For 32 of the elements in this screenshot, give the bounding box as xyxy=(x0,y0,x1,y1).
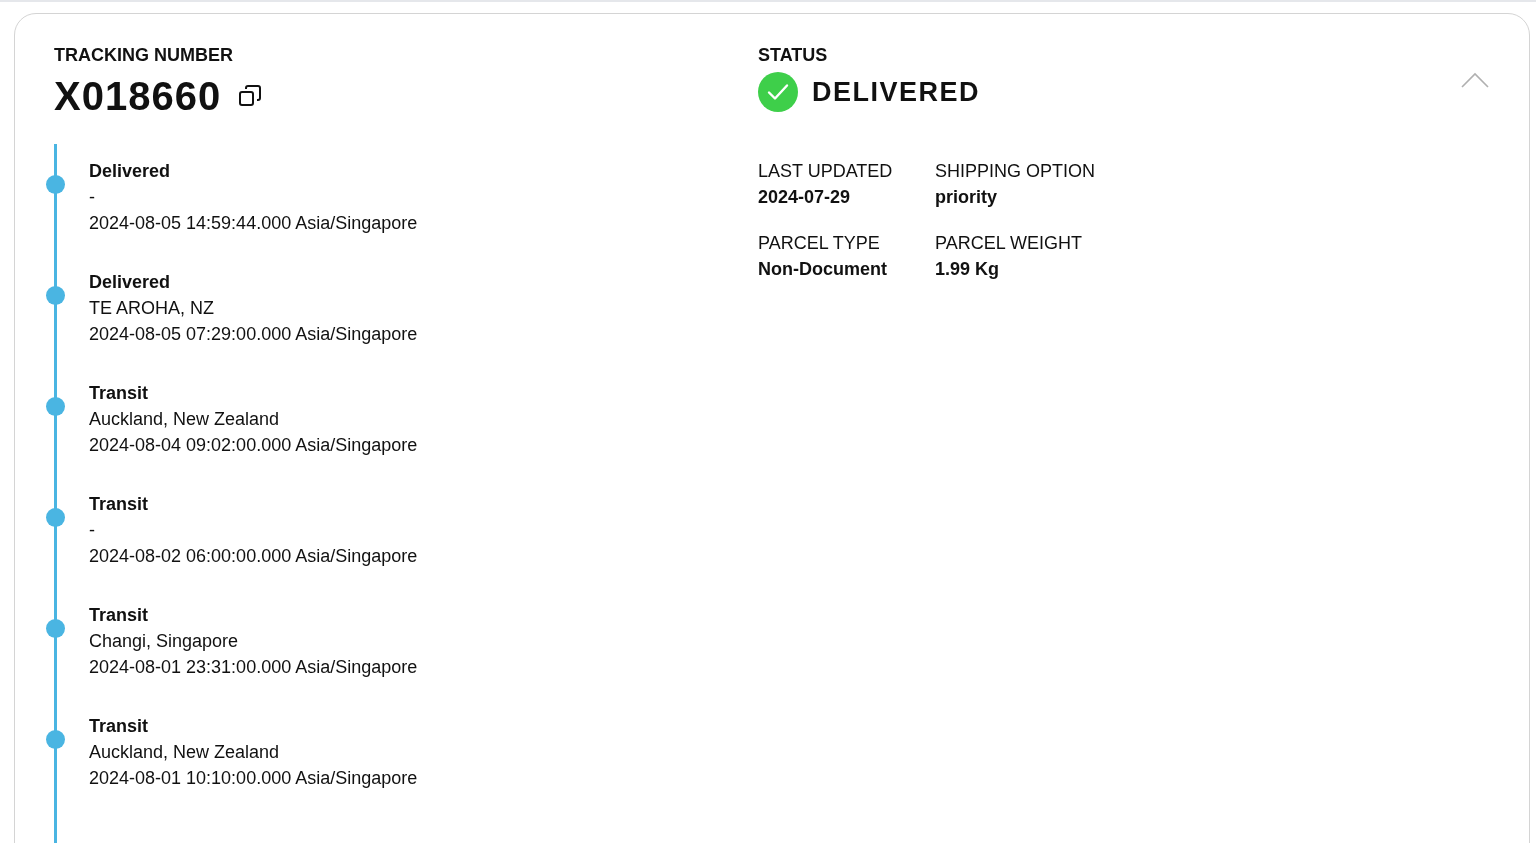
tracking-number: X018660 xyxy=(54,74,222,118)
event-time: 2024-08-04 09:02:00.000 Asia/Singapore xyxy=(89,434,418,457)
event-title: Transit xyxy=(89,382,149,405)
event-title: Transit xyxy=(89,493,149,516)
event-title: Delivered xyxy=(89,271,171,294)
status-label: STATUS xyxy=(758,44,828,67)
event-title: Delivered xyxy=(89,160,171,183)
tracking-number-label: TRACKING NUMBER xyxy=(54,44,233,67)
detail-value: Non-Document xyxy=(758,258,887,281)
event-time: 2024-08-02 06:00:00.000 Asia/Singapore xyxy=(89,545,418,568)
event-location: Auckland, New Zealand xyxy=(89,741,280,764)
copy-icon[interactable] xyxy=(239,85,262,107)
detail-label: SHIPPING OPTION xyxy=(935,160,1096,183)
event-time: 2024-08-01 23:31:00.000 Asia/Singapore xyxy=(89,656,418,679)
detail-label: PARCEL WEIGHT xyxy=(935,232,1082,255)
event-time: 2024-08-05 07:29:00.000 Asia/Singapore xyxy=(89,323,418,346)
event-location: - xyxy=(89,519,95,542)
event-time: 2024-08-01 10:10:00.000 Asia/Singapore xyxy=(89,767,418,790)
detail-value: 1.99 Kg xyxy=(935,258,1000,281)
detail-value: 2024-07-29 xyxy=(758,186,851,209)
event-location: - xyxy=(89,186,95,209)
detail-label: PARCEL TYPE xyxy=(758,232,880,255)
detail-value: priority xyxy=(935,186,997,209)
event-time: 2024-08-05 14:59:44.000 Asia/Singapore xyxy=(89,212,418,235)
event-location: TE AROHA, NZ xyxy=(89,297,214,320)
event-title: Transit xyxy=(89,604,149,627)
event-location: Changi, Singapore xyxy=(89,630,239,653)
detail-label: LAST UPDATED xyxy=(758,160,893,183)
event-title: Transit xyxy=(89,715,149,738)
status-value: DELIVERED xyxy=(812,76,981,109)
event-location: Auckland, New Zealand xyxy=(89,408,280,431)
check-circle-icon xyxy=(758,72,798,112)
